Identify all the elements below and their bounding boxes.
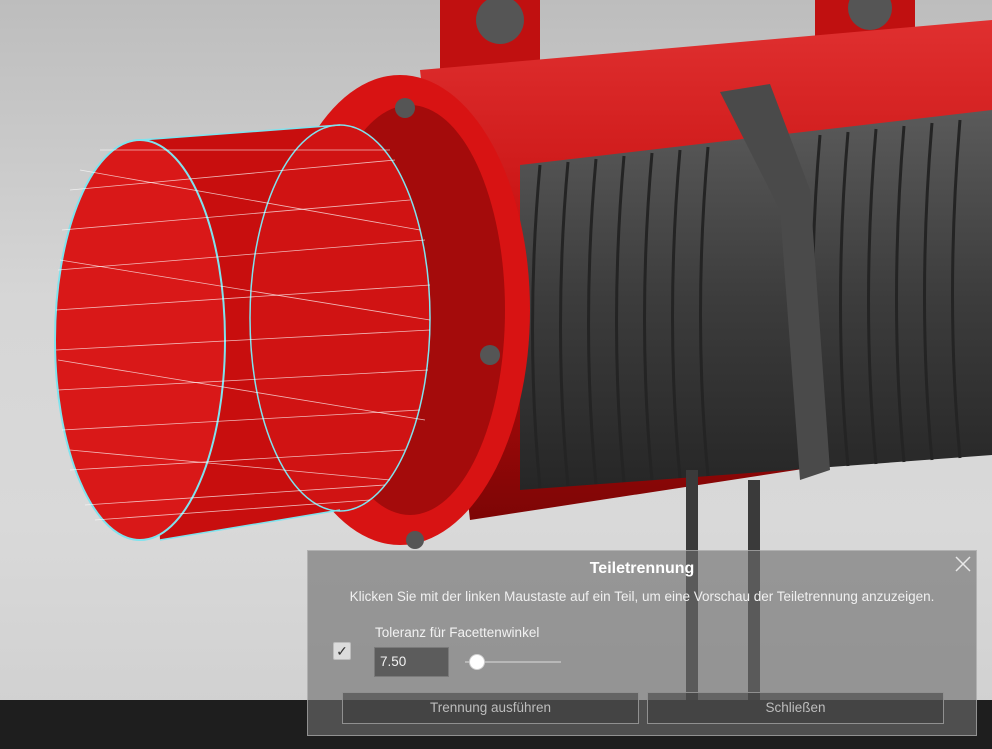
close-icon[interactable] — [954, 555, 972, 573]
slider-thumb[interactable] — [469, 654, 485, 670]
dialog-title: Teiletrennung — [589, 560, 695, 577]
facet-tolerance-slider[interactable] — [465, 654, 561, 670]
facet-tolerance-input[interactable]: 7.50 — [374, 647, 449, 677]
dialog-description: Klicken Sie mit der linken Maustaste auf… — [349, 589, 935, 604]
run-separation-button[interactable]: Trennung ausführen — [342, 692, 639, 724]
checkmark-icon: ✓ — [336, 643, 348, 659]
flange-bolt-right — [480, 345, 500, 365]
facet-tolerance-checkbox[interactable]: ✓ — [333, 642, 351, 660]
part-separation-dialog: Teiletrennung Klicken Sie mit der linken… — [307, 550, 977, 736]
selected-part-rear-edge — [249, 124, 431, 512]
close-button[interactable]: Schließen — [647, 692, 944, 724]
flange-bolt-bottom — [406, 531, 424, 549]
selected-part-front-face — [54, 139, 226, 541]
flange-bolt-top — [395, 98, 415, 118]
facet-tolerance-label: Toleranz für Facettenwinkel — [375, 625, 540, 640]
